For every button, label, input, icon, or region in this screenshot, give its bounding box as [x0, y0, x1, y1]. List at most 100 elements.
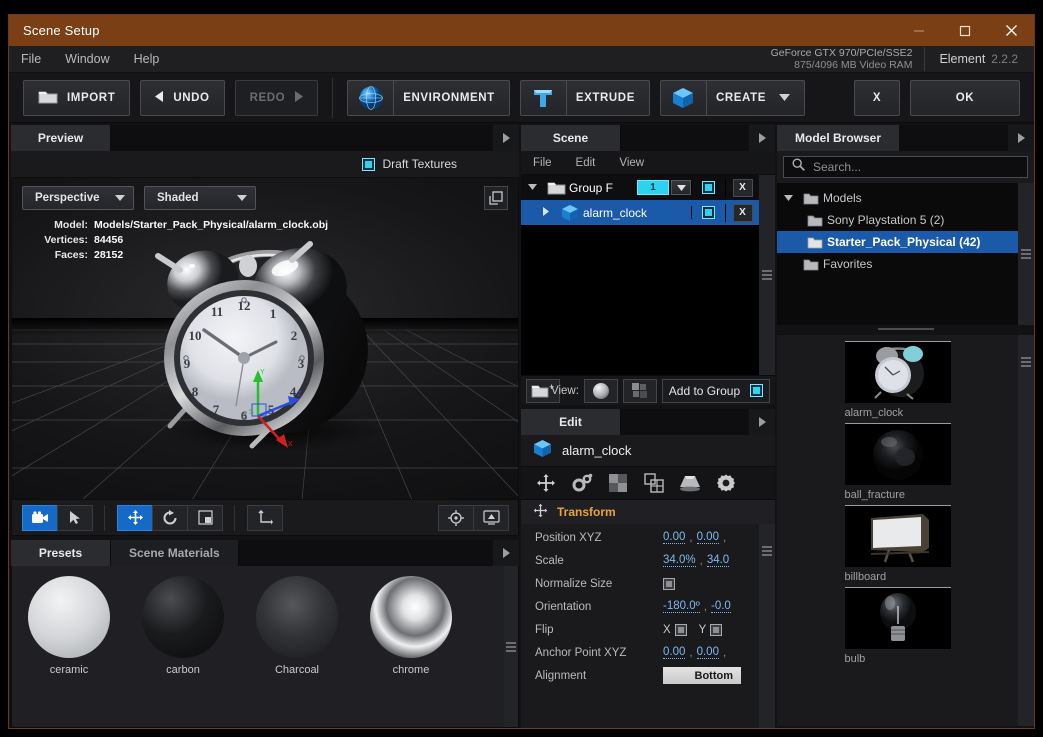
maximize-icon[interactable] — [942, 15, 988, 46]
add-to-group-checkbox[interactable] — [750, 384, 764, 397]
minimize-icon[interactable] — [896, 15, 942, 46]
flip-y-checkbox[interactable] — [710, 623, 723, 636]
group-icon[interactable] — [641, 470, 667, 496]
search-input[interactable] — [813, 160, 1019, 174]
close-icon[interactable] — [988, 15, 1034, 46]
view-sphere-button[interactable] — [583, 378, 618, 403]
preset-item[interactable]: chrome — [354, 576, 468, 676]
settings-icon[interactable] — [713, 470, 739, 496]
search-box[interactable] — [783, 156, 1028, 178]
transform-icon[interactable] — [533, 470, 559, 496]
list-item[interactable]: ball_fracture — [777, 423, 1018, 501]
camera-mode-dropdown[interactable]: Perspective — [22, 186, 134, 210]
edit-panel-menu-icon[interactable] — [749, 409, 775, 435]
rotate-tool-button[interactable] — [152, 504, 188, 531]
scale-y-value[interactable]: 34.0 — [706, 554, 730, 567]
texture-icon[interactable] — [605, 470, 631, 496]
svg-text:10: 10 — [189, 328, 202, 343]
scene-menu-view[interactable]: View — [607, 157, 656, 169]
scene-row-visibility-cell[interactable] — [691, 206, 725, 219]
list-item[interactable]: billboard — [777, 505, 1018, 583]
cancel-button[interactable]: X — [854, 79, 900, 116]
table-row[interactable]: Group F 1 X — [521, 175, 759, 200]
tab-presets[interactable]: Presets — [11, 540, 111, 566]
tree-item-starter-pack-physical[interactable]: Starter_Pack_Physical (42) — [777, 231, 1018, 253]
tab-preview[interactable]: Preview — [11, 125, 111, 151]
create-button[interactable]: CREATE — [659, 79, 805, 116]
presets-panel-menu-icon[interactable] — [493, 540, 519, 566]
tree-item-sony-playstation-5[interactable]: Sony Playstation 5 (2) — [777, 209, 1018, 231]
animation-icon[interactable] — [569, 470, 595, 496]
normalize-size-checkbox[interactable] — [663, 577, 675, 590]
scale-tool-button[interactable] — [187, 504, 223, 531]
ok-button[interactable]: OK — [910, 79, 1020, 116]
draft-textures-checkbox[interactable] — [361, 157, 375, 171]
axis-tool-button[interactable] — [247, 504, 283, 531]
preset-item[interactable]: Charcoal — [240, 576, 354, 676]
anchor-y-value[interactable]: 0.00 — [696, 646, 719, 659]
scene-menu-edit[interactable]: Edit — [564, 157, 608, 169]
model-grid-scrollbar[interactable] — [1018, 335, 1034, 726]
tree-item-models[interactable]: Models — [777, 187, 1018, 209]
delete-row-button[interactable]: X — [732, 178, 753, 197]
group-number-field[interactable]: 1 — [637, 180, 669, 195]
visibility-checkbox[interactable] — [702, 181, 715, 194]
extrude-button[interactable]: EXTRUDE — [519, 79, 650, 116]
presets-scrollbar[interactable] — [504, 566, 518, 727]
environment-button[interactable]: ENVIRONMENT — [347, 79, 510, 116]
disclosure-triangle-down-icon[interactable] — [777, 194, 799, 203]
orientation-x-value[interactable]: -180.0º — [663, 600, 700, 613]
scene-row-visibility-cell[interactable] — [691, 181, 725, 194]
table-row[interactable]: alarm_clock X — [521, 200, 759, 225]
preview-panel-menu-icon[interactable] — [493, 125, 519, 151]
add-to-group-button[interactable]: Add to Group — [661, 378, 770, 403]
move-tool-button[interactable] — [117, 504, 153, 531]
anchor-x-value[interactable]: 0.00 — [663, 646, 686, 659]
tab-model-browser[interactable]: Model Browser — [777, 125, 901, 151]
properties-scrollbar[interactable] — [759, 524, 775, 728]
menu-file[interactable]: File — [9, 46, 53, 73]
scene-menu-file[interactable]: File — [521, 157, 564, 169]
viewport-3d[interactable]: 12 1 2 3 4 5 6 7 8 9 10 — [11, 178, 519, 500]
preset-item[interactable]: carbon — [126, 576, 240, 676]
scene-tree-scrollbar[interactable] — [759, 175, 775, 375]
visibility-checkbox[interactable] — [702, 206, 715, 219]
transform-section-header[interactable]: Transform — [521, 500, 775, 524]
viewport-expand-icon[interactable] — [484, 186, 508, 210]
scene-row-delete-cell[interactable]: X — [725, 178, 759, 197]
preset-item[interactable]: ceramic — [12, 576, 126, 676]
model-browser-tree-scrollbar[interactable] — [1018, 183, 1034, 325]
flip-x-checkbox[interactable] — [674, 623, 687, 636]
delete-row-button[interactable]: X — [732, 203, 753, 222]
list-item[interactable]: alarm_clock — [777, 341, 1018, 419]
chevron-down-icon[interactable] — [671, 180, 691, 195]
alignment-dropdown[interactable]: Bottom — [663, 667, 741, 684]
tree-item-favorites[interactable]: Favorites — [777, 253, 1018, 275]
focus-tool-button[interactable] — [438, 504, 474, 531]
tab-edit[interactable]: Edit — [521, 409, 621, 435]
redo-button[interactable]: REDO — [234, 79, 319, 116]
select-tool-button[interactable] — [57, 504, 93, 531]
camera-tool-button[interactable] — [22, 504, 58, 531]
disclosure-triangle-down-icon[interactable] — [521, 183, 543, 192]
tab-scene-materials[interactable]: Scene Materials — [111, 540, 239, 566]
undo-button[interactable]: UNDO — [140, 79, 225, 116]
menu-help[interactable]: Help — [122, 46, 172, 73]
scene-row-delete-cell[interactable]: X — [725, 203, 759, 222]
extrude-icon[interactable] — [677, 470, 703, 496]
tab-scene[interactable]: Scene — [521, 125, 621, 151]
model-browser-menu-icon[interactable] — [1008, 125, 1034, 151]
orientation-y-value[interactable]: -0.0 — [711, 600, 731, 613]
shading-mode-dropdown[interactable]: Shaded — [144, 186, 256, 210]
model-browser-splitter[interactable] — [777, 325, 1034, 333]
menu-window[interactable]: Window — [53, 46, 121, 73]
position-x-value[interactable]: 0.00 — [663, 531, 686, 544]
scale-x-value[interactable]: 34.0% — [663, 554, 696, 567]
disclosure-triangle-right-icon[interactable] — [535, 207, 557, 218]
scene-panel-menu-icon[interactable] — [749, 125, 775, 151]
render-tool-button[interactable] — [473, 504, 509, 531]
view-cube-button[interactable] — [622, 378, 657, 403]
list-item[interactable]: bulb — [777, 587, 1018, 665]
position-y-value[interactable]: 0.00 — [696, 531, 719, 544]
import-button[interactable]: IMPORT — [23, 79, 131, 116]
